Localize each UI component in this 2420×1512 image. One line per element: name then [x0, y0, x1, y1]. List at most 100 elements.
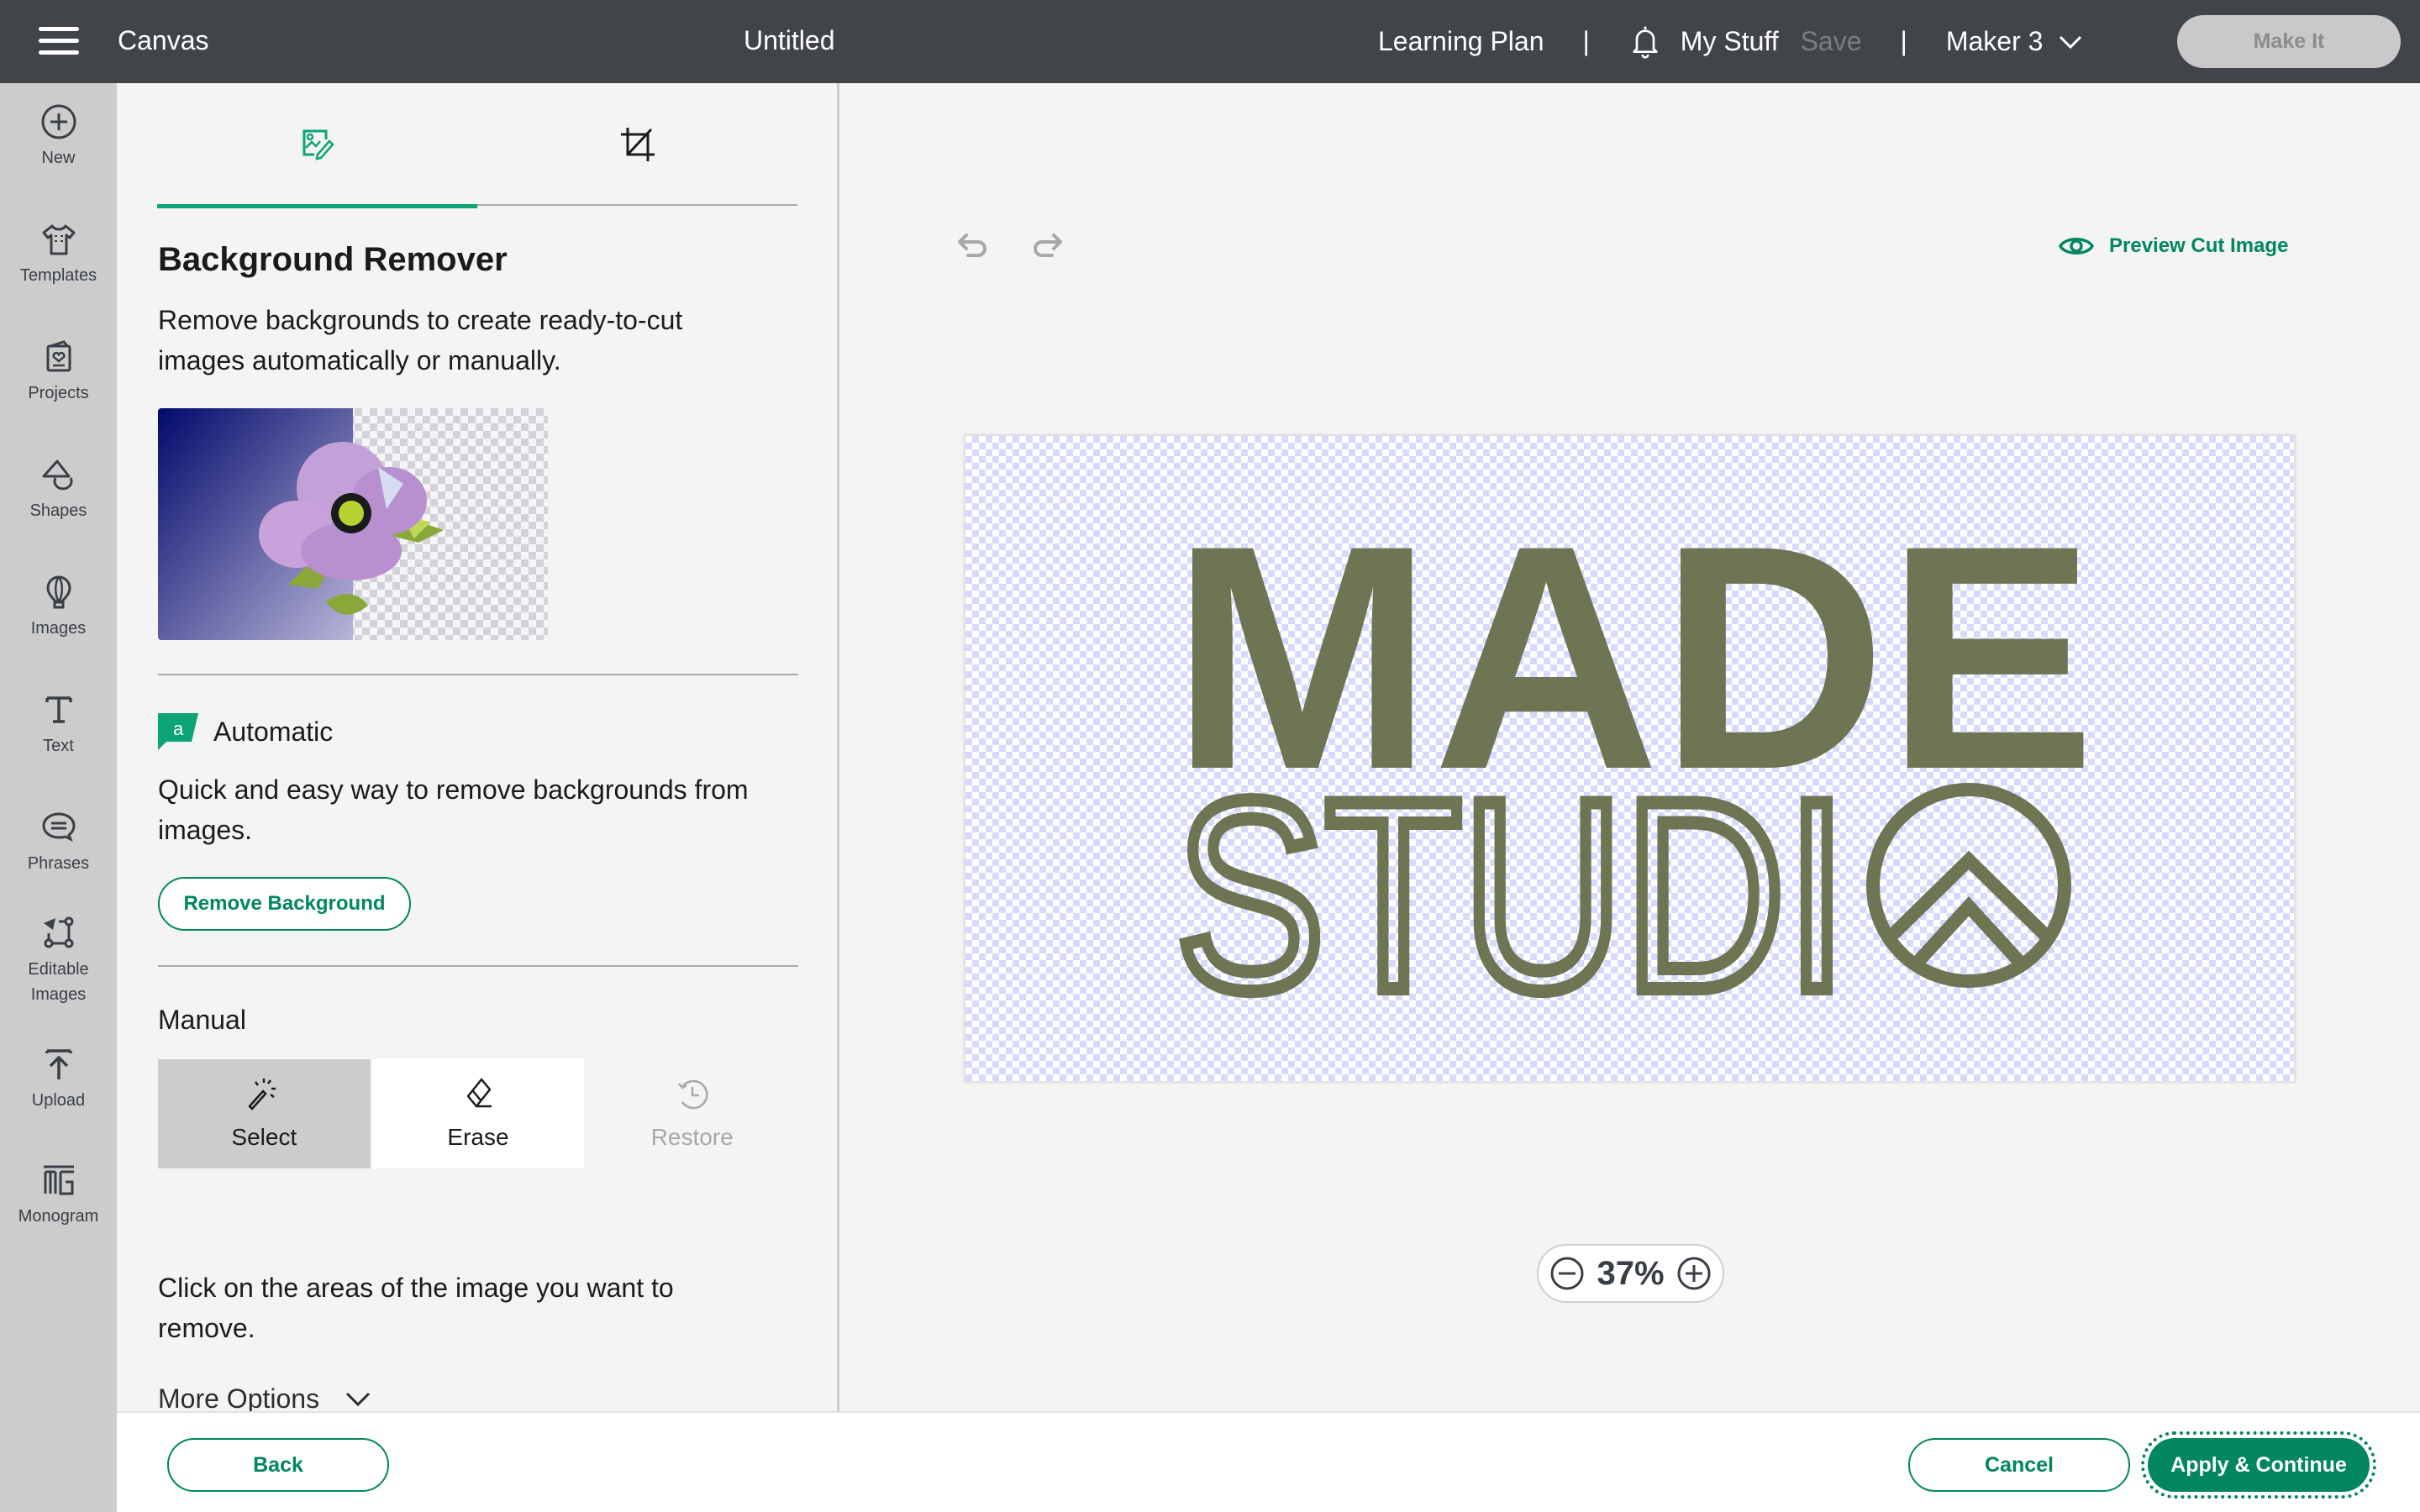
divider — [158, 674, 798, 675]
sidebar-item-shapes[interactable]: Shapes — [0, 456, 117, 523]
sidebar-item-images[interactable]: Images — [0, 574, 117, 641]
editable-image-icon — [43, 916, 73, 948]
sidebar-item-label: Templates — [19, 266, 97, 285]
panel-description: Remove backgrounds to create ready-to-cu… — [158, 300, 682, 381]
separator: | — [1582, 26, 1590, 56]
projects-icon — [46, 340, 71, 372]
sidebar-item-new[interactable]: New — [0, 103, 117, 171]
sidebar-item-label: Shapes — [29, 501, 87, 520]
restore-icon — [677, 1079, 708, 1110]
hamburger-menu-icon[interactable] — [39, 27, 79, 55]
monogram-icon — [43, 1165, 74, 1195]
my-stuff-link[interactable]: My Stuff — [1681, 26, 1779, 57]
sidebar-item-projects[interactable]: Projects — [0, 339, 117, 406]
bell-icon[interactable] — [1628, 24, 1662, 60]
sidebar-item-label: Monogram — [18, 1207, 99, 1226]
make-it-button[interactable]: Make It — [2177, 15, 2401, 68]
logo-text-studio: STUDI — [1176, 745, 1848, 1047]
preview-cut-label: Preview Cut Image — [2109, 234, 2289, 257]
zoom-control: 37% — [1537, 1244, 1724, 1303]
sidebar-item-label: New — [41, 149, 76, 167]
automatic-description: Quick and easy way to remove backgrounds… — [158, 769, 749, 850]
restore-tool-button[interactable]: Restore — [586, 1059, 799, 1168]
upload-icon — [45, 1049, 72, 1079]
back-button[interactable]: Back — [167, 1438, 389, 1492]
select-tool-button[interactable]: Select — [158, 1059, 371, 1168]
sidebar-item-label: Upload — [31, 1091, 86, 1110]
sidebar-item-label: Images — [30, 619, 87, 638]
redo-icon[interactable] — [1027, 232, 1064, 262]
sidebar-item-editable-images[interactable]: Editable Images — [0, 915, 117, 1007]
learning-plan-link[interactable]: Learning Plan — [1378, 26, 1544, 57]
magic-wand-icon — [248, 1079, 276, 1110]
plus-circle-icon — [1677, 1257, 1711, 1290]
instruction-line: remove. — [158, 1313, 255, 1343]
cancel-button[interactable]: Cancel — [1908, 1438, 2130, 1492]
machine-selector[interactable]: Maker 3 — [1946, 26, 2044, 57]
sidebar-item-upload[interactable]: Upload — [0, 1046, 117, 1113]
tool-label: Erase — [447, 1124, 509, 1150]
speech-bubble-icon — [41, 812, 76, 843]
text-icon — [45, 696, 72, 723]
flower-example-image — [158, 408, 548, 640]
automatic-header: a Automatic — [158, 713, 333, 750]
tab-background-remover[interactable] — [157, 83, 477, 208]
panel-title: Background Remover — [158, 241, 508, 278]
example-thumbnail — [158, 408, 548, 640]
eye-icon — [2059, 238, 2094, 255]
zoom-out-button[interactable] — [1549, 1256, 1585, 1291]
sidebar-item-monogram[interactable]: Monogram — [0, 1162, 117, 1229]
footer-bar: Back Cancel Apply & Continue — [117, 1411, 2420, 1512]
more-options-toggle[interactable]: More Options — [158, 1383, 371, 1415]
chevron-down-icon[interactable] — [2058, 34, 2083, 50]
sidebar-item-label: Text — [43, 737, 74, 755]
tab-crop[interactable] — [477, 83, 797, 206]
undo-icon[interactable] — [956, 232, 993, 262]
header-right: Learning Plan | My Stuff Save | Maker 3 — [1378, 0, 2083, 83]
image-edit-icon — [302, 129, 334, 160]
zoom-in-button[interactable] — [1676, 1256, 1712, 1291]
sidebar-item-label: Projects — [28, 384, 89, 402]
sidebar-item-text[interactable]: Text — [0, 691, 117, 759]
crop-icon — [620, 128, 655, 161]
sidebar-item-phrases[interactable]: Phrases — [0, 809, 117, 876]
save-button[interactable]: Save — [1801, 26, 1862, 57]
automatic-badge-icon: a — [158, 713, 198, 750]
eraser-icon — [466, 1078, 492, 1108]
apply-continue-button[interactable]: Apply & Continue — [2141, 1431, 2376, 1499]
svg-text:a: a — [173, 718, 184, 739]
image-editing-canvas[interactable]: MADE STUDI — [964, 434, 2296, 1083]
balloon-icon — [45, 575, 71, 609]
manual-label: Manual — [158, 1005, 246, 1035]
erase-tool-button[interactable]: Erase — [371, 1059, 585, 1168]
separator: | — [1900, 26, 1907, 56]
left-sidebar: New Templates Projects Shapes Images Tex… — [0, 83, 117, 1512]
tool-label: Select — [231, 1124, 297, 1150]
description-line: Quick and easy way to remove backgrounds… — [158, 774, 749, 805]
manual-tools: Select Erase Restore — [158, 1059, 799, 1168]
description-line: images. — [158, 815, 253, 845]
document-title[interactable]: Untitled — [744, 25, 835, 56]
automatic-label: Automatic — [213, 716, 334, 747]
more-options-label: More Options — [158, 1383, 320, 1414]
chevron-down-icon — [346, 1392, 371, 1406]
zoom-level: 37% — [1597, 1254, 1665, 1292]
plus-circle-icon — [41, 104, 76, 139]
top-bar: Canvas Untitled Learning Plan | My Stuff… — [0, 0, 2420, 83]
tshirt-icon — [42, 224, 75, 255]
tool-label: Restore — [650, 1124, 734, 1150]
background-remover-panel: Background Remover Remove backgrounds to… — [117, 83, 839, 1414]
sidebar-item-label-line2: Images — [30, 985, 87, 1004]
sidebar-item-label: Editable — [28, 960, 89, 979]
description-line: Remove backgrounds to create ready-to-cu… — [158, 305, 683, 335]
made-studio-logo: MADE STUDI — [1169, 479, 2096, 1053]
panel-tabs — [157, 83, 797, 208]
remove-background-button[interactable]: Remove Background — [158, 877, 411, 931]
instruction-line: Click on the areas of the image you want… — [158, 1273, 674, 1303]
divider — [158, 965, 798, 967]
sidebar-item-label: Phrases — [27, 854, 90, 873]
app-name: Canvas — [118, 25, 209, 55]
description-line: images automatically or manually. — [158, 345, 561, 375]
preview-cut-image-button[interactable]: Preview Cut Image — [2059, 234, 2288, 259]
sidebar-item-templates[interactable]: Templates — [0, 221, 117, 288]
